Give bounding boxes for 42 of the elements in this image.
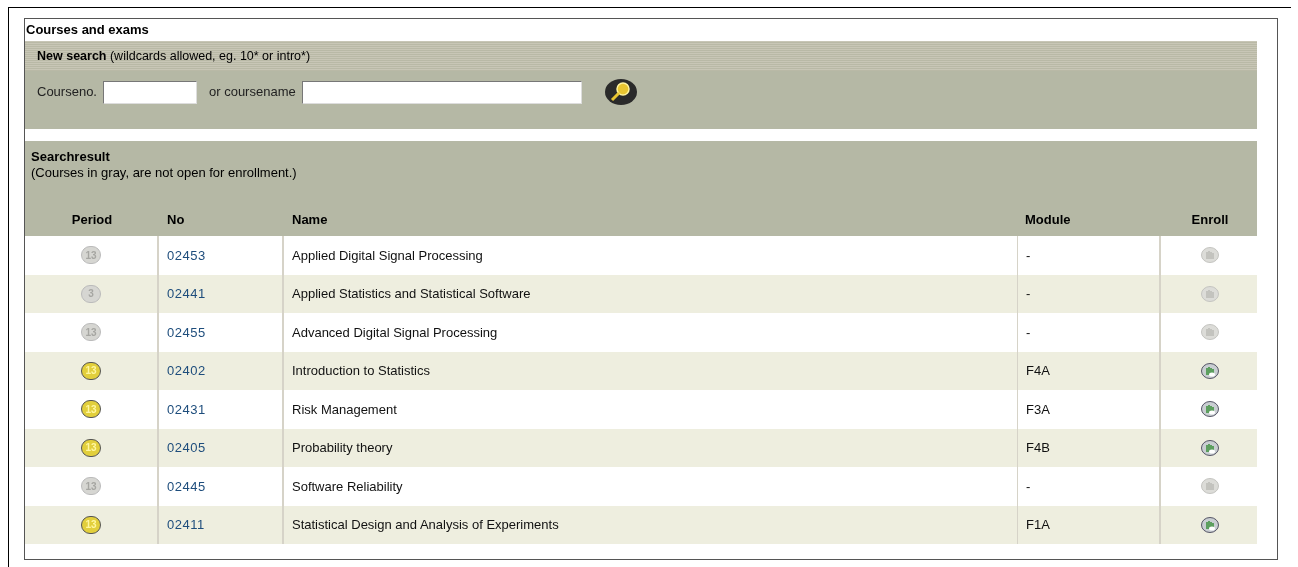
module-code: - [1026, 285, 1031, 303]
module-code: - [1026, 477, 1031, 496]
module-code: F4A [1026, 362, 1050, 380]
module-code: F1A [1026, 516, 1050, 534]
module-code: - [1026, 323, 1031, 342]
search-heading: New search (wildcards allowed, eg. 10* or intro*) [37, 47, 311, 65]
field-label: or coursename [209, 83, 296, 102]
course-number-link[interactable]: 02441 [167, 284, 206, 304]
period-icon: 13 [81, 400, 101, 419]
column-header: Module [1024, 211, 1072, 230]
module-code: - [1026, 246, 1031, 265]
search-icon[interactable] [603, 77, 638, 107]
course-number-link[interactable]: 02431 [167, 399, 206, 419]
result-note: (Courses in gray, are not open for enrollment.) [30, 165, 298, 181]
course-name: Risk Management [292, 400, 397, 419]
course-number-link[interactable]: 02411 [167, 515, 205, 535]
column-header: Period [70, 211, 114, 230]
course-number-field[interactable] [103, 80, 197, 104]
column-header: No [166, 211, 186, 230]
course-name: Introduction to Statistics [292, 362, 430, 380]
field-label: Courseno. [37, 83, 97, 102]
period-icon: 13 [81, 361, 101, 380]
course-name: Applied Digital Signal Processing [292, 246, 483, 265]
course-number-link[interactable]: 02455 [167, 322, 206, 342]
course-number-link[interactable]: 02453 [167, 245, 206, 265]
column-header: Name [291, 211, 329, 230]
module-code: F4B [1026, 439, 1050, 457]
module-code: F3A [1026, 400, 1050, 419]
course-name: Probability theory [292, 439, 393, 457]
period-icon: 13 [81, 515, 101, 534]
course-name: Software Reliability [292, 477, 403, 496]
course-name: Statistical Design and Analysis of Experiments [292, 516, 559, 534]
column-header: Enroll [1190, 211, 1230, 230]
course-number-link[interactable]: 02402 [167, 361, 206, 381]
page-title: Courses and exams [26, 21, 149, 40]
course-number-link[interactable]: 02445 [167, 476, 206, 496]
course-name: Applied Statistics and Statistical Software [292, 285, 531, 303]
period-icon: 13 [81, 438, 101, 457]
course-name-field[interactable] [301, 80, 582, 104]
course-name: Advanced Digital Signal Processing [292, 323, 498, 342]
result-heading: Searchresult [30, 149, 111, 165]
course-number-link[interactable]: 02405 [167, 438, 206, 458]
